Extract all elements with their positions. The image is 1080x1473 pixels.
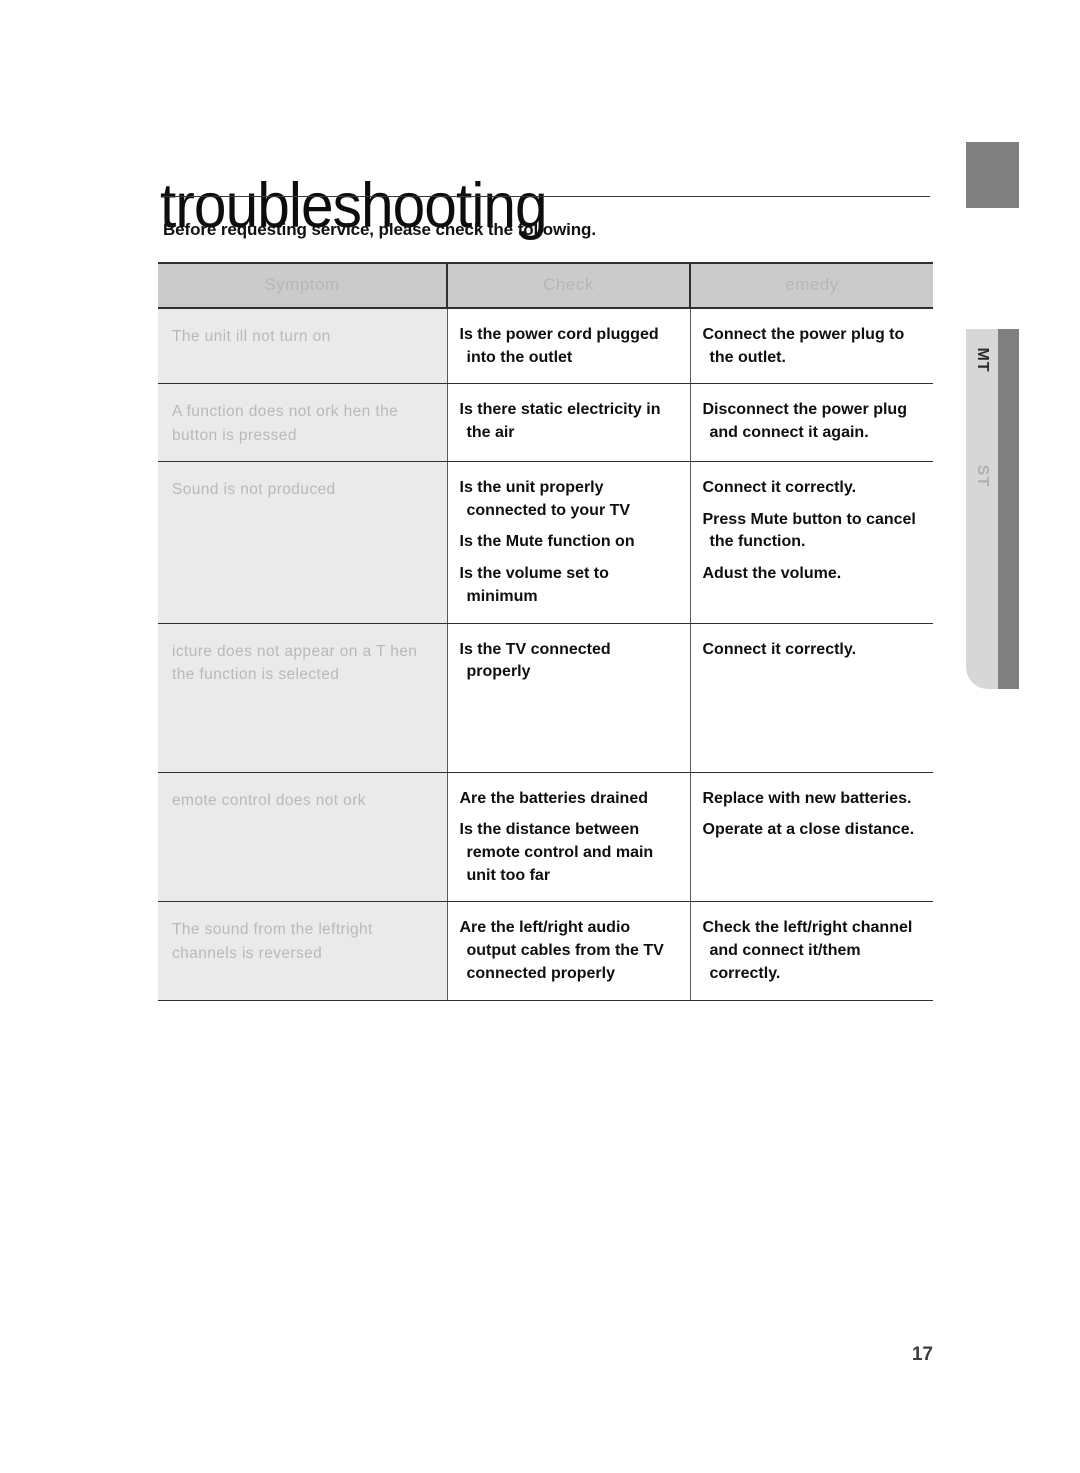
- cell-check: Is the TV connected properly: [446, 623, 690, 773]
- table-row: The sound from the leftright channels is…: [158, 901, 933, 1001]
- cell-check: Are the left/right audio output cables fr…: [446, 901, 690, 1001]
- cell-remedy: Check the left/right channel and connect …: [689, 901, 933, 1001]
- cell-check-item: Are the batteries drained: [460, 788, 684, 811]
- table-row: emote control does not ork Are the batter…: [158, 772, 933, 903]
- cell-remedy-line: Press Mute button to cancel: [702, 510, 916, 528]
- cell-remedy-item: Operate at a close distance.: [703, 819, 928, 842]
- cell-check: Are the batteries drained Is the distance…: [446, 772, 690, 903]
- cell-remedy-item: Connect it correctly.: [703, 477, 928, 500]
- cell-check: Is the unit properly connected to your TV…: [446, 461, 690, 624]
- cell-remedy-line: Check the left/right channel: [702, 919, 913, 937]
- cell-check-line: Is there static electricity in: [459, 401, 661, 419]
- cell-check-line: Are the batteries drained: [459, 789, 649, 807]
- cell-remedy-line: Adust the volume.: [702, 565, 842, 583]
- side-tab-label-st: ST: [974, 464, 991, 488]
- cell-check-line-continued: properly: [466, 663, 531, 681]
- cell-check-line: Is the power cord plugged: [459, 326, 659, 343]
- cell-check-item: Is the distance between remote control an…: [460, 819, 684, 887]
- table-header: Symptom Check emedy: [158, 262, 933, 309]
- page-subtitle: Before requesting service, please check …: [163, 220, 596, 239]
- cell-remedy-item: Adust the volume.: [703, 563, 928, 586]
- cell-remedy-line: Connect the power plug to: [702, 326, 905, 343]
- cell-remedy-line: Operate at a close distance.: [702, 821, 915, 839]
- cell-symptom: A function does not ork hen the button i…: [158, 383, 447, 462]
- cell-check-line: Are the left/right audio: [459, 919, 631, 937]
- cell-remedy-line-continued: the function.: [709, 533, 806, 551]
- cell-remedy-line-continued: the outlet.: [709, 348, 786, 366]
- edge-marker-block: [966, 142, 1019, 208]
- cell-symptom: icture does not appear on a T hen the fu…: [158, 623, 447, 773]
- troubleshooting-table: Symptom Check emedy The unit ill not tur…: [158, 262, 933, 1001]
- page-number: 17: [911, 1344, 933, 1365]
- cell-check: Is there static electricity in the air: [446, 383, 690, 462]
- cell-symptom: emote control does not ork: [158, 772, 447, 903]
- cell-check-line-continued: the air: [466, 424, 515, 442]
- cell-check-item: Is the volume set to minimum: [460, 563, 684, 608]
- table-row: icture does not appear on a T hen the fu…: [158, 623, 933, 773]
- cell-remedy-line-continued: and connect it again.: [709, 424, 869, 442]
- cell-remedy-line-continued: and connect it/them correctly.: [709, 942, 861, 982]
- side-tab-strip: [998, 329, 1019, 689]
- cell-remedy: Disconnect the power plug and connect it …: [689, 383, 933, 462]
- cell-symptom: Sound is not produced: [158, 461, 447, 624]
- side-tab: MT ST: [966, 329, 1019, 689]
- cell-check-line-continued: minimum: [466, 587, 538, 605]
- cell-remedy: Connect the power plug to the outlet.: [689, 308, 933, 385]
- cell-check-item: Are the left/right audio output cables fr…: [460, 917, 684, 985]
- cell-check-item: Is the power cord plugged into the outlet: [460, 324, 684, 369]
- cell-check-line: Is the distance between: [459, 821, 640, 839]
- cell-check-line-continued: connected to your TV: [466, 501, 631, 519]
- cell-check-item: Is the TV connected properly: [460, 639, 684, 684]
- cell-check-line: Is the TV connected: [459, 640, 611, 658]
- cell-remedy-item: Check the left/right channel and connect …: [703, 917, 928, 985]
- cell-check-line: Is the Mute function on: [459, 533, 635, 551]
- side-tab-label-mt: MT: [974, 347, 991, 373]
- cell-check: Is the power cord plugged into the outlet: [446, 308, 690, 385]
- table-header-row: Symptom Check emedy: [158, 262, 933, 309]
- title-divider: [162, 196, 930, 197]
- cell-remedy: Replace with new batteries. Operate at a …: [689, 772, 933, 903]
- cell-symptom: The unit ill not turn on: [158, 308, 447, 385]
- cell-remedy-line: Replace with new batteries.: [702, 789, 912, 807]
- column-header-check: Check: [446, 262, 690, 309]
- cell-remedy-line: Connect it correctly.: [702, 640, 857, 658]
- cell-check-line-continued: into the outlet: [466, 348, 573, 366]
- cell-check-item: Is the unit properly connected to your TV: [460, 477, 684, 522]
- cell-remedy-item: Connect the power plug to the outlet.: [703, 324, 928, 369]
- cell-remedy-item: Disconnect the power plug and connect it …: [703, 399, 928, 444]
- cell-remedy: Connect it correctly.: [689, 623, 933, 773]
- cell-check-line: Is the unit properly: [459, 478, 604, 496]
- table-row: A function does not ork hen the button i…: [158, 383, 933, 462]
- cell-check-line-continued: output cables from the TV connected prop…: [466, 942, 664, 982]
- document-page: MT ST troubleshooting Before requesting …: [0, 0, 1080, 1473]
- cell-remedy-item: Connect it correctly.: [703, 639, 928, 662]
- cell-check-item: Is the Mute function on: [460, 531, 684, 554]
- cell-check-item: Is there static electricity in the air: [460, 399, 684, 444]
- table-body: The unit ill not turn on Is the power cor…: [158, 308, 933, 1001]
- cell-symptom: The sound from the leftright channels is…: [158, 901, 447, 1001]
- cell-check-line: Is the volume set to: [459, 565, 609, 583]
- cell-remedy-line: Disconnect the power plug: [702, 401, 907, 419]
- cell-remedy-item: Press Mute button to cancel the function.: [703, 509, 928, 554]
- column-header-remedy: emedy: [689, 262, 933, 309]
- side-tab-labels: MT ST: [966, 329, 998, 689]
- cell-remedy-line: Connect it correctly.: [702, 478, 857, 496]
- table-row: Sound is not produced Is the unit properl…: [158, 461, 933, 624]
- cell-remedy: Connect it correctly. Press Mute button t…: [689, 461, 933, 624]
- table-row: The unit ill not turn on Is the power cor…: [158, 308, 933, 385]
- cell-check-line-continued: remote control and main unit too far: [466, 843, 654, 884]
- column-header-symptom: Symptom: [158, 262, 447, 309]
- cell-remedy-item: Replace with new batteries.: [703, 788, 928, 811]
